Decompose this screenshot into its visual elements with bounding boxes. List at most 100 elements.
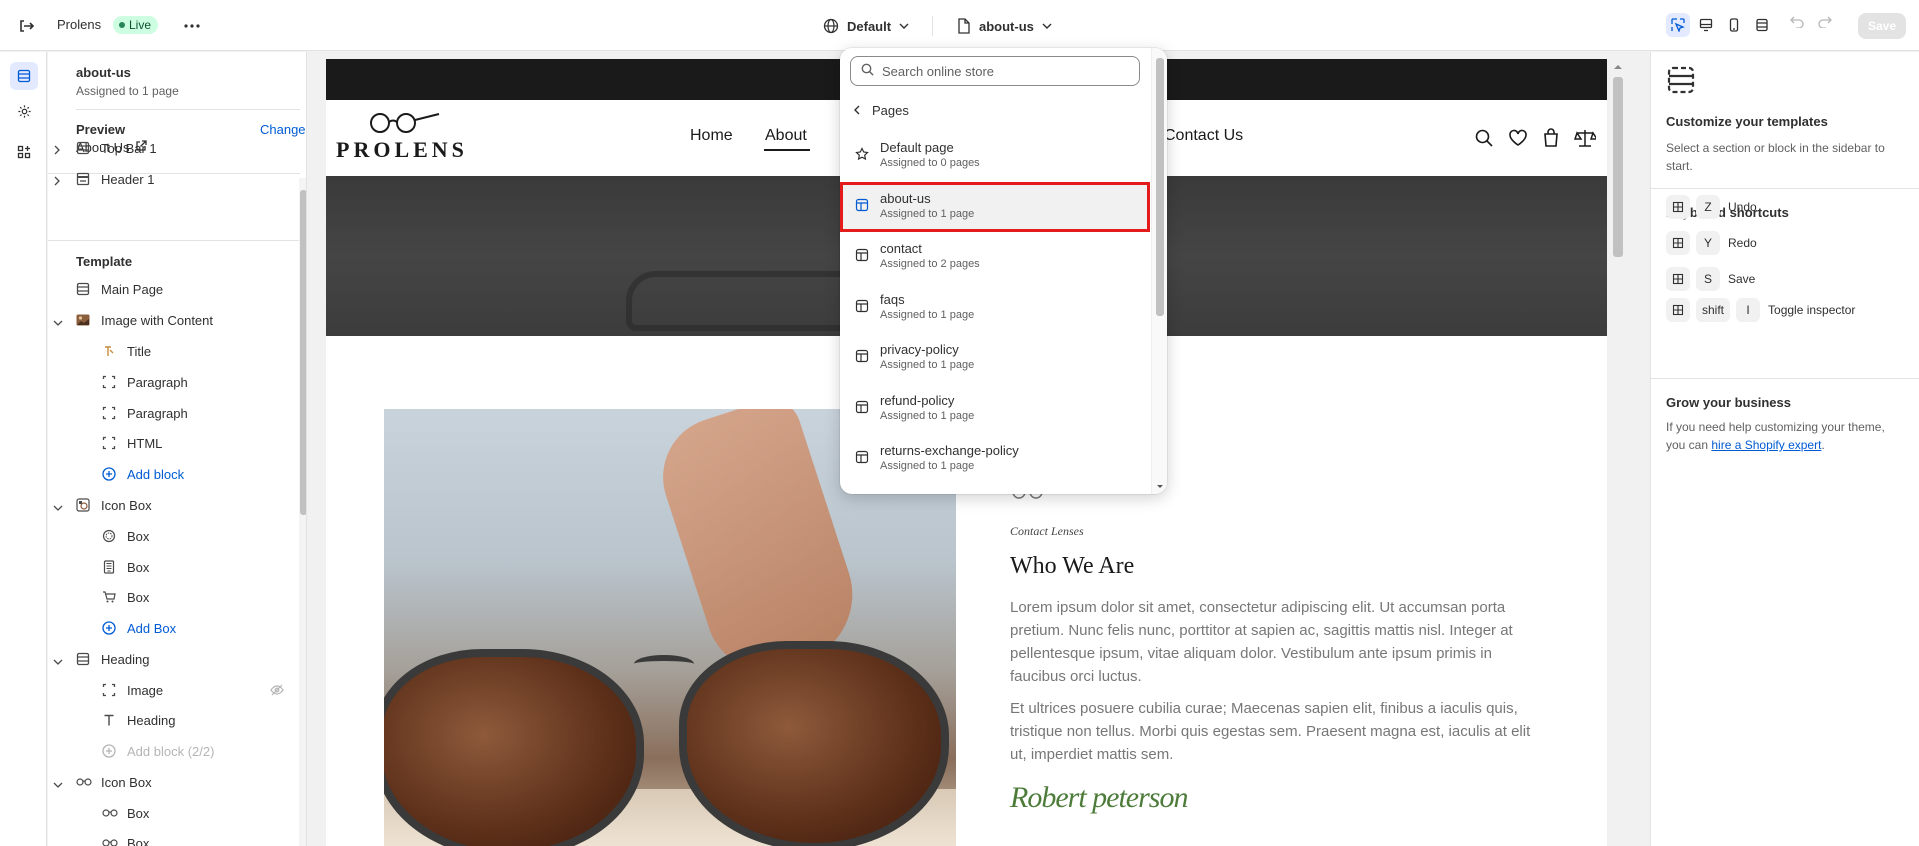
- template-option-returns-exchange-policy[interactable]: returns-exchange-policy Assigned to 1 pag…: [840, 434, 1150, 484]
- scroll-down-icon: [1157, 485, 1163, 488]
- sidebar: about-us Assigned to 1 page Preview Chan…: [48, 52, 307, 846]
- history-controls: [1790, 16, 1832, 31]
- more-actions-icon[interactable]: [180, 14, 204, 38]
- chevron-down-icon[interactable]: [53, 654, 63, 669]
- chevron-right-icon[interactable]: [53, 143, 61, 158]
- tree-row[interactable]: Box: [48, 585, 298, 609]
- tree-row[interactable]: Image: [48, 678, 298, 702]
- glasses-icon: [102, 806, 118, 821]
- template-option-Default page[interactable]: Default page Assigned to 0 pages: [840, 131, 1150, 181]
- tree-row[interactable]: Box: [48, 831, 298, 846]
- glasses-icon: [76, 775, 92, 790]
- template-option-assigned: Assigned to 1 page: [880, 409, 975, 422]
- scrollbar-thumb[interactable]: [300, 190, 306, 515]
- command-key-icon: [1666, 298, 1690, 322]
- tree-row[interactable]: Heading: [48, 708, 298, 732]
- tree-row[interactable]: Add block (2/2): [48, 739, 298, 763]
- shortcut-label: Redo: [1728, 236, 1757, 250]
- tree-row[interactable]: Heading: [48, 647, 298, 671]
- tree-row[interactable]: Icon Box: [48, 493, 298, 517]
- chevron-right-icon[interactable]: [53, 174, 61, 189]
- template-layout-icon: [1666, 65, 1696, 98]
- tree-row-label: HTML: [127, 436, 163, 451]
- tree-row[interactable]: Box: [48, 524, 298, 548]
- chevron-down-icon[interactable]: [53, 777, 63, 792]
- template-option-assigned: Assigned to 0 pages: [880, 157, 980, 169]
- tree-row[interactable]: Add Box: [48, 616, 298, 640]
- mobile-icon[interactable]: [1722, 13, 1746, 37]
- tree-row-label: Add block (2/2): [127, 744, 215, 759]
- sections-icon[interactable]: [10, 62, 38, 90]
- template-option-about-us[interactable]: about-us Assigned to 1 page: [840, 181, 1150, 232]
- template-icon: [855, 349, 869, 366]
- tree-row-label: Title: [127, 344, 152, 359]
- nav-about[interactable]: About: [765, 127, 807, 145]
- search-input[interactable]: [882, 63, 1122, 79]
- redo-icon[interactable]: [1818, 16, 1832, 31]
- template-option-contact[interactable]: contact Assigned to 2 pages: [840, 232, 1150, 282]
- inspector-icon[interactable]: [1666, 13, 1690, 37]
- tree-row[interactable]: Title: [48, 339, 298, 363]
- tree-row[interactable]: Header 1: [48, 167, 298, 191]
- exit-icon[interactable]: [16, 16, 36, 36]
- right-panel: Customize your templates Select a sectio…: [1650, 52, 1919, 846]
- nav-home[interactable]: Home: [690, 127, 733, 145]
- key-cap: Y: [1696, 231, 1720, 255]
- divider: [1651, 188, 1919, 189]
- divider: [48, 240, 300, 241]
- star-icon: [855, 147, 869, 164]
- tree-row[interactable]: Top Bar 1: [48, 136, 298, 160]
- desktop-icon[interactable]: [1694, 13, 1718, 37]
- tree-row[interactable]: Paragraph: [48, 370, 298, 394]
- preview-scrollbar[interactable]: [1610, 59, 1626, 846]
- tree-row-label: Add block: [127, 467, 185, 482]
- chevron-down-icon[interactable]: [53, 315, 63, 330]
- change-preview-link[interactable]: Change: [260, 122, 306, 137]
- shortcut-row: S Save: [1666, 267, 1755, 291]
- tree-row-label: Box: [127, 590, 150, 605]
- theme-selector[interactable]: Default: [823, 14, 909, 38]
- settings-gear-icon[interactable]: [10, 97, 38, 125]
- nav-contact[interactable]: Contact Us: [1164, 127, 1243, 145]
- tree-row-label: Box: [127, 560, 150, 575]
- dropdown-scrollbar[interactable]: [1151, 48, 1167, 494]
- eye-off-icon[interactable]: [270, 683, 284, 700]
- tree-row[interactable]: Box: [48, 555, 298, 579]
- section-icon: [76, 141, 90, 158]
- scrollbar-thumb[interactable]: [1613, 77, 1623, 257]
- tree-row[interactable]: HTML: [48, 431, 298, 455]
- divider: [932, 16, 933, 36]
- customize-title: Customize your templates: [1666, 114, 1828, 129]
- scrollbar-thumb[interactable]: [1156, 58, 1164, 316]
- compare-scale-icon[interactable]: [1573, 128, 1599, 151]
- cart-bag-icon[interactable]: [1542, 128, 1560, 151]
- tree-row-label: Icon Box: [101, 775, 152, 790]
- template-option-refund-policy[interactable]: refund-policy Assigned to 1 page: [840, 384, 1150, 434]
- tree-row[interactable]: Box: [48, 801, 298, 825]
- page-label: about-us: [979, 18, 1034, 34]
- hire-expert-link[interactable]: hire a Shopify expert: [1711, 438, 1821, 452]
- page-selector[interactable]: about-us: [957, 14, 1052, 38]
- heart-icon[interactable]: [1508, 128, 1528, 151]
- sidebar-scrollbar[interactable]: [299, 178, 306, 846]
- fullscreen-icon[interactable]: [1750, 13, 1774, 37]
- save-button[interactable]: Save: [1858, 13, 1906, 39]
- chevron-down-icon[interactable]: [53, 500, 63, 515]
- cart-icon: [102, 590, 116, 607]
- tree-row[interactable]: Main Page: [48, 277, 298, 301]
- block-icon: [102, 436, 116, 453]
- tree-row[interactable]: Image with Content: [48, 308, 298, 332]
- template-option-name: returns-exchange-policy: [880, 443, 1019, 458]
- tree-row[interactable]: Add block: [48, 462, 298, 486]
- apps-icon[interactable]: [10, 138, 38, 166]
- key-cap: S: [1696, 267, 1720, 291]
- search-icon[interactable]: [1474, 128, 1494, 151]
- tree-row[interactable]: Paragraph: [48, 401, 298, 425]
- tree-row[interactable]: Icon Box: [48, 770, 298, 794]
- undo-icon[interactable]: [1790, 16, 1804, 31]
- template-option-faqs[interactable]: faqs Assigned to 1 page: [840, 283, 1150, 333]
- back-to-pages[interactable]: Pages: [854, 103, 909, 118]
- search-field[interactable]: [850, 56, 1140, 86]
- template-option-privacy-policy[interactable]: privacy-policy Assigned to 1 page: [840, 333, 1150, 383]
- tree-row-label: Heading: [101, 652, 150, 667]
